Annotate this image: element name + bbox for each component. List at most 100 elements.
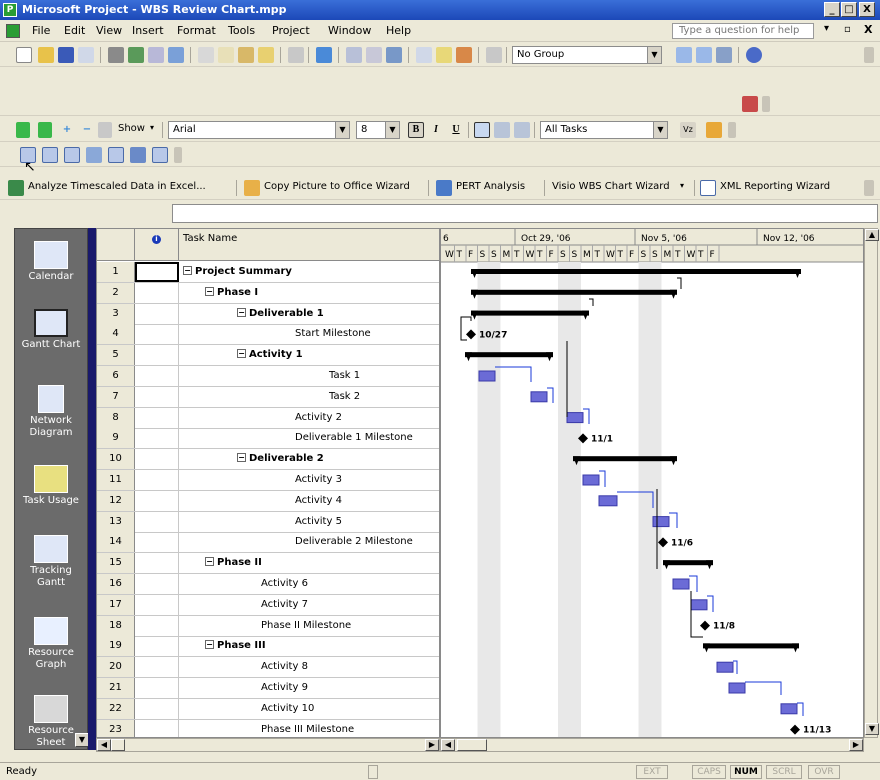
table-hscrollbar[interactable]: ◀ ▶	[96, 738, 440, 752]
collapse-icon[interactable]: −	[237, 349, 246, 359]
wbs-tree-icon[interactable]	[64, 147, 80, 163]
task-name-cell[interactable]: Activity 3	[179, 470, 439, 490]
group-combo[interactable]: No Group ▼	[512, 46, 662, 64]
align-left-icon[interactable]	[474, 122, 490, 138]
table-row[interactable]: 18 Phase II Milestone	[97, 615, 439, 637]
view-task-usage[interactable]: Task Usage	[15, 465, 87, 507]
help-dropdown-icon[interactable]: ▾	[824, 23, 829, 34]
table-row[interactable]: 9 Deliverable 1 Milestone	[97, 428, 439, 450]
task-name-column-header[interactable]: Task Name	[179, 229, 439, 261]
task-name-cell[interactable]: Phase II Milestone	[179, 616, 439, 636]
table-row[interactable]: 6 Task 1	[97, 366, 439, 387]
indicator-cell[interactable]	[135, 553, 179, 574]
doc-close-button[interactable]: X	[864, 23, 872, 36]
indicator-cell[interactable]	[135, 303, 179, 324]
table-row[interactable]: 19 − Phase III	[97, 636, 439, 658]
bold-button[interactable]: B	[408, 122, 424, 138]
task-name-cell[interactable]: Start Milestone	[179, 324, 439, 344]
row-id-cell[interactable]: 5	[97, 345, 135, 366]
scroll-left-button[interactable]: ◀	[441, 739, 455, 751]
row-id-cell[interactable]: 21	[97, 678, 135, 698]
autofilter-icon[interactable]: Vz	[680, 122, 696, 138]
collapse-icon[interactable]: −	[183, 266, 192, 275]
row-id-cell[interactable]: 22	[97, 698, 135, 719]
wbs-outline-icon[interactable]	[86, 147, 102, 163]
doc-restore-icon[interactable]: ▫	[844, 24, 851, 35]
table-row[interactable]: 4 Start Milestone	[97, 324, 439, 346]
row-id-cell[interactable]: 6	[97, 366, 135, 386]
wbs-define-icon[interactable]	[42, 147, 58, 163]
menu-file[interactable]: File	[32, 24, 50, 37]
row-id-cell[interactable]: 19	[97, 636, 135, 657]
indicator-cell[interactable]	[135, 490, 179, 511]
indicator-cell[interactable]	[135, 262, 179, 282]
indicator-cell[interactable]	[135, 532, 179, 553]
row-id-cell[interactable]: 20	[97, 657, 135, 678]
indicator-cell[interactable]	[135, 719, 179, 737]
copy-picture-button[interactable]: Copy Picture to Office Wizard	[264, 181, 410, 192]
task-name-cell[interactable]: Activity 5	[179, 512, 439, 532]
scroll-right-button[interactable]: ▶	[849, 739, 863, 751]
collapse-icon[interactable]: −	[205, 640, 214, 650]
gantt-vscrollbar[interactable]: ▲ ▼	[864, 228, 879, 738]
help-icon[interactable]	[746, 47, 762, 63]
zoom-in-icon[interactable]	[676, 47, 692, 63]
outdent-icon[interactable]	[16, 122, 30, 138]
permission-icon[interactable]	[78, 47, 94, 63]
gantt-hscrollbar[interactable]: ◀ ▶	[440, 738, 864, 752]
menu-insert[interactable]: Insert	[132, 24, 164, 37]
scroll-thumb[interactable]	[111, 739, 125, 751]
wbs-grid-icon[interactable]	[152, 147, 168, 163]
table-row[interactable]: 5 − Activity 1	[97, 345, 439, 367]
scroll-right-button[interactable]: ▶	[425, 739, 439, 751]
help-search-input[interactable]: Type a question for help	[672, 23, 814, 39]
unlink-tasks-icon[interactable]	[366, 47, 382, 63]
task-name-cell[interactable]: − Phase I	[179, 283, 439, 303]
row-id-cell[interactable]: 4	[97, 324, 135, 345]
table-row[interactable]: 15 − Phase II	[97, 553, 439, 575]
task-info-icon[interactable]	[416, 47, 432, 63]
menu-project[interactable]: Project	[272, 24, 310, 37]
viewbar-scroll-down-button[interactable]: ▼	[75, 733, 89, 747]
scroll-up-button[interactable]: ▲	[865, 229, 879, 241]
spelling-icon[interactable]	[168, 47, 184, 63]
print-icon[interactable]	[108, 47, 124, 63]
menu-window[interactable]: Window	[328, 24, 371, 37]
row-id-cell[interactable]: 8	[97, 407, 135, 428]
menu-view[interactable]: View	[96, 24, 122, 37]
task-name-cell[interactable]: Activity 10	[179, 699, 439, 719]
open-icon[interactable]	[38, 47, 54, 63]
indicator-cell[interactable]	[135, 698, 179, 719]
table-row[interactable]: 2 − Phase I	[97, 282, 439, 304]
row-id-cell[interactable]: 2	[97, 282, 135, 303]
menu-help[interactable]: Help	[386, 24, 411, 37]
table-row[interactable]: 11 Activity 3	[97, 470, 439, 491]
indicator-cell[interactable]	[135, 636, 179, 657]
table-row[interactable]: 21 Activity 9	[97, 678, 439, 699]
goto-task-icon[interactable]	[716, 47, 732, 63]
wbs-chart-icon[interactable]	[108, 147, 124, 163]
scroll-down-button[interactable]: ▼	[865, 723, 879, 735]
task-name-cell[interactable]: Activity 4	[179, 491, 439, 511]
task-name-cell[interactable]: Deliverable 2 Milestone	[179, 532, 439, 552]
task-notes-icon[interactable]	[436, 47, 452, 63]
zoom-out-icon[interactable]	[696, 47, 712, 63]
collapse-icon[interactable]: −	[237, 307, 246, 317]
task-name-cell[interactable]: − Deliverable 1	[179, 304, 439, 324]
chevron-down-icon[interactable]: ▼	[385, 122, 399, 138]
indicator-cell[interactable]	[135, 470, 179, 490]
project-app-icon[interactable]: P	[3, 3, 17, 17]
task-name-cell[interactable]: Task 1	[179, 366, 439, 386]
task-name-cell[interactable]: − Deliverable 2	[179, 449, 439, 469]
indicators-column-header[interactable]: i	[135, 229, 179, 261]
table-row[interactable]: 16 Activity 6	[97, 574, 439, 595]
row-id-cell[interactable]: 9	[97, 428, 135, 449]
close-button[interactable]: X	[859, 2, 875, 17]
view-calendar[interactable]: Calendar	[15, 241, 87, 283]
copy-icon[interactable]	[218, 47, 234, 63]
row-id-cell[interactable]: 12	[97, 490, 135, 511]
wbs-move-icon[interactable]	[130, 147, 146, 163]
row-id-cell[interactable]: 17	[97, 594, 135, 615]
entry-field[interactable]	[172, 204, 878, 223]
publish-icon[interactable]	[486, 47, 502, 63]
